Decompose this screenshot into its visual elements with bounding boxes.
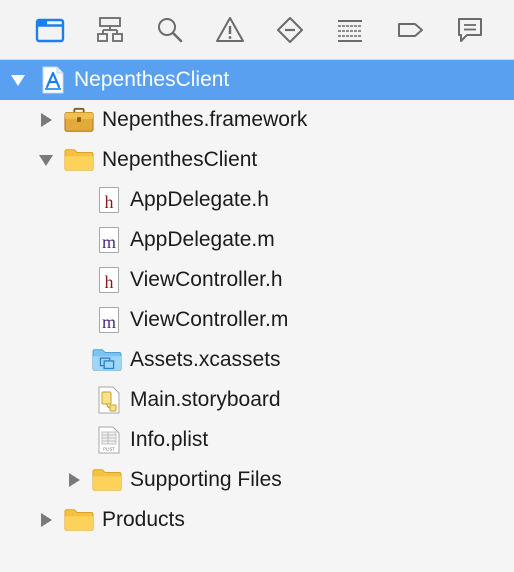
tree-row-file[interactable]: Main.storyboard [0,380,514,420]
disclosure-expanded-icon[interactable] [10,72,26,88]
symbol-navigator-tab[interactable] [92,12,128,48]
tree-row-file[interactable]: Assets.xcassets [0,340,514,380]
diamond-minus-icon [277,17,303,43]
tree-row-label: ViewController.h [130,268,283,291]
tree-row-project[interactable]: NepenthesClient [0,60,514,100]
test-navigator-tab[interactable] [272,12,308,48]
navigator-toolbar [0,0,514,60]
debug-navigator-tab[interactable] [332,12,368,48]
folder-icon [92,466,122,494]
tree-row-label: ViewController.m [130,308,289,331]
tree-row-label: Main.storyboard [130,388,281,411]
project-navigator-tab[interactable] [32,12,68,48]
folder-icon [64,146,94,174]
tree-row-label: Supporting Files [130,468,282,491]
find-navigator-tab[interactable] [152,12,188,48]
disclosure-collapsed-icon[interactable] [38,112,54,128]
asset-catalog-icon [92,346,122,374]
plist-icon: PLIST [94,426,124,454]
tree-row-label: NepenthesClient [102,148,258,171]
warning-icon [216,17,244,42]
tree-row-label: AppDelegate.m [130,228,275,251]
list-icon [338,20,362,42]
hierarchy-icon [97,17,123,42]
report-navigator-tab[interactable] [452,12,488,48]
disclosure-collapsed-icon[interactable] [66,472,82,488]
tree-row-label: Nepenthes.framework [102,108,308,131]
tag-icon [398,23,423,37]
tree-row-file[interactable]: h AppDelegate.h [0,180,514,220]
disclosure-collapsed-icon[interactable] [38,512,54,528]
storyboard-icon [94,386,124,414]
tree-row-group[interactable]: Products [0,500,514,540]
project-icon [38,66,68,94]
folder-icon [64,506,94,534]
header-file-icon: h [94,186,124,214]
tree-row-label: AppDelegate.h [130,188,269,211]
folder-icon [35,18,65,43]
framework-icon [64,106,94,134]
tree-row-label: Info.plist [130,428,209,451]
search-icon [158,18,183,43]
tree-row-file[interactable]: m AppDelegate.m [0,220,514,260]
objc-file-icon: m [94,226,124,254]
svg-text:PLIST: PLIST [103,447,115,452]
tree-row-label: Assets.xcassets [130,348,281,371]
tree-row-label: Products [102,508,185,531]
breakpoint-navigator-tab[interactable] [392,12,428,48]
tree-row-file[interactable]: PLIST Info.plist [0,420,514,460]
tree-row-group[interactable]: NepenthesClient [0,140,514,180]
tree-row-framework[interactable]: Nepenthes.framework [0,100,514,140]
disclosure-expanded-icon[interactable] [38,152,54,168]
chat-bubble-icon [458,18,482,42]
tree-row-file[interactable]: h ViewController.h [0,260,514,300]
tree-row-file[interactable]: m ViewController.m [0,300,514,340]
issue-navigator-tab[interactable] [212,12,248,48]
objc-file-icon: m [94,306,124,334]
tree-row-group[interactable]: Supporting Files [0,460,514,500]
header-file-icon: h [94,266,124,294]
tree-row-label: NepenthesClient [74,68,230,91]
